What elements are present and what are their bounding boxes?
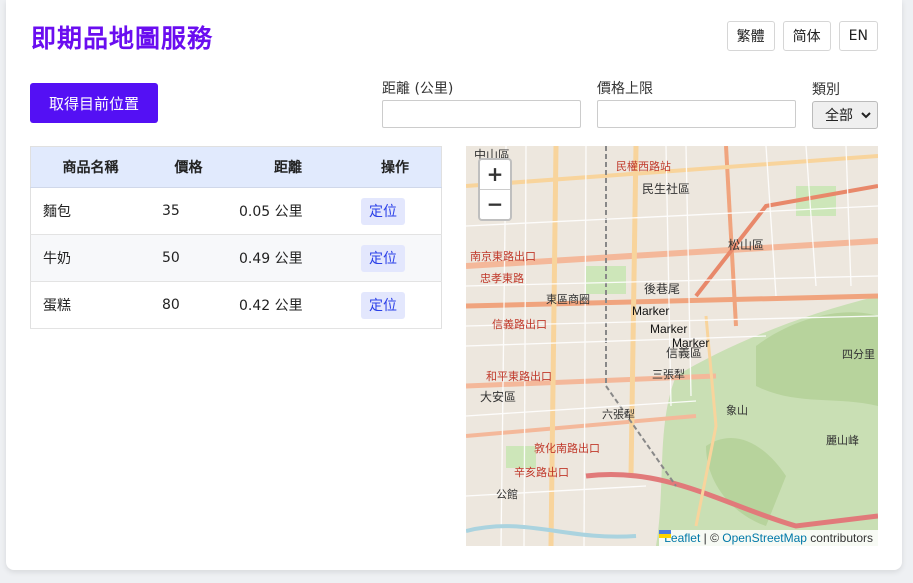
product-name: 蛋糕 xyxy=(30,281,150,329)
product-distance: 0.49 公里 xyxy=(227,234,349,282)
map-label: 東區商圈 xyxy=(546,293,590,306)
map-label: 信義路出口 xyxy=(492,318,547,331)
product-price: 50 xyxy=(150,234,227,282)
price-label: 價格上限 xyxy=(597,81,653,97)
product-name: 麵包 xyxy=(30,187,150,235)
zoom-in-button[interactable]: + xyxy=(480,160,510,190)
map-label: 南京東路出口 xyxy=(470,250,536,263)
map-view[interactable]: + − 中山區 民權西路站 民生社區 南京東路出口 忠孝東路 松山區 後巷尾 東… xyxy=(466,146,878,546)
map-label: 四分里 xyxy=(842,348,875,361)
product-distance: 0.05 公里 xyxy=(227,187,349,235)
lang-traditional-button[interactable]: 繁體 xyxy=(726,21,775,51)
map-label: 三張犁 xyxy=(652,368,685,381)
column-header-action: 操作 xyxy=(349,146,442,188)
price-input[interactable] xyxy=(597,100,796,128)
map-label: 民權西路站 xyxy=(616,160,671,173)
map-label: 後巷尾 xyxy=(644,282,681,296)
map-label: 公館 xyxy=(496,488,518,501)
get-location-button[interactable]: 取得目前位置 xyxy=(30,83,158,123)
map-label: 麗山峰 xyxy=(826,434,859,447)
locate-item-button[interactable]: 定位 xyxy=(361,197,405,225)
category-label: 類別 xyxy=(812,82,840,98)
attribution-separator: | © xyxy=(700,531,723,545)
product-table: 商品名稱 價格 距離 操作 麵包 35 0.05 公里 定位 牛奶 50 0.4… xyxy=(30,146,442,329)
map-label: 松山區 xyxy=(728,238,765,252)
map-label: 敦化南路出口 xyxy=(534,442,600,455)
attribution-tail: contributors xyxy=(806,531,873,545)
language-switcher: 繁體 简体 EN xyxy=(726,21,878,51)
map-label: 和平東路出口 xyxy=(486,370,552,383)
product-name: 牛奶 xyxy=(30,234,150,282)
locate-item-button[interactable]: 定位 xyxy=(361,244,405,272)
table-row: 麵包 35 0.05 公里 定位 xyxy=(30,187,442,235)
column-header-name: 商品名稱 xyxy=(30,146,150,188)
product-price: 35 xyxy=(150,187,227,235)
category-select[interactable]: 全部 xyxy=(812,101,878,129)
product-distance: 0.42 公里 xyxy=(227,281,349,329)
chevron-down-icon xyxy=(861,112,871,119)
distance-label: 距離 (公里) xyxy=(382,81,454,97)
map-marker[interactable]: Marker xyxy=(650,322,687,336)
zoom-out-button[interactable]: − xyxy=(480,190,510,219)
table-row: 蛋糕 80 0.42 公里 定位 xyxy=(30,281,442,329)
map-attribution: Leaflet | © OpenStreetMap contributors xyxy=(659,530,878,546)
ukraine-flag-icon xyxy=(659,530,672,538)
distance-input[interactable] xyxy=(382,100,581,128)
page-title: 即期品地圖服務 xyxy=(31,24,214,53)
map-label: 六張犁 xyxy=(602,408,635,421)
osm-link[interactable]: OpenStreetMap xyxy=(722,531,807,545)
category-selected-value: 全部 xyxy=(825,108,853,124)
zoom-control: + − xyxy=(478,158,512,221)
map-marker[interactable]: Marker xyxy=(632,304,669,318)
map-label: 忠孝東路 xyxy=(480,272,524,285)
map-label: 象山 xyxy=(726,404,748,417)
map-marker[interactable]: Marker xyxy=(672,336,709,350)
map-label: 民生社區 xyxy=(642,182,691,196)
lang-simplified-button[interactable]: 简体 xyxy=(782,21,831,51)
map-label: 辛亥路出口 xyxy=(514,466,569,479)
product-price: 80 xyxy=(150,281,227,329)
column-header-distance: 距離 xyxy=(227,146,349,188)
lang-english-button[interactable]: EN xyxy=(838,21,878,51)
column-header-price: 價格 xyxy=(150,146,227,188)
map-label: 大安區 xyxy=(480,390,517,404)
locate-item-button[interactable]: 定位 xyxy=(361,291,405,319)
table-row: 牛奶 50 0.49 公里 定位 xyxy=(30,234,442,282)
